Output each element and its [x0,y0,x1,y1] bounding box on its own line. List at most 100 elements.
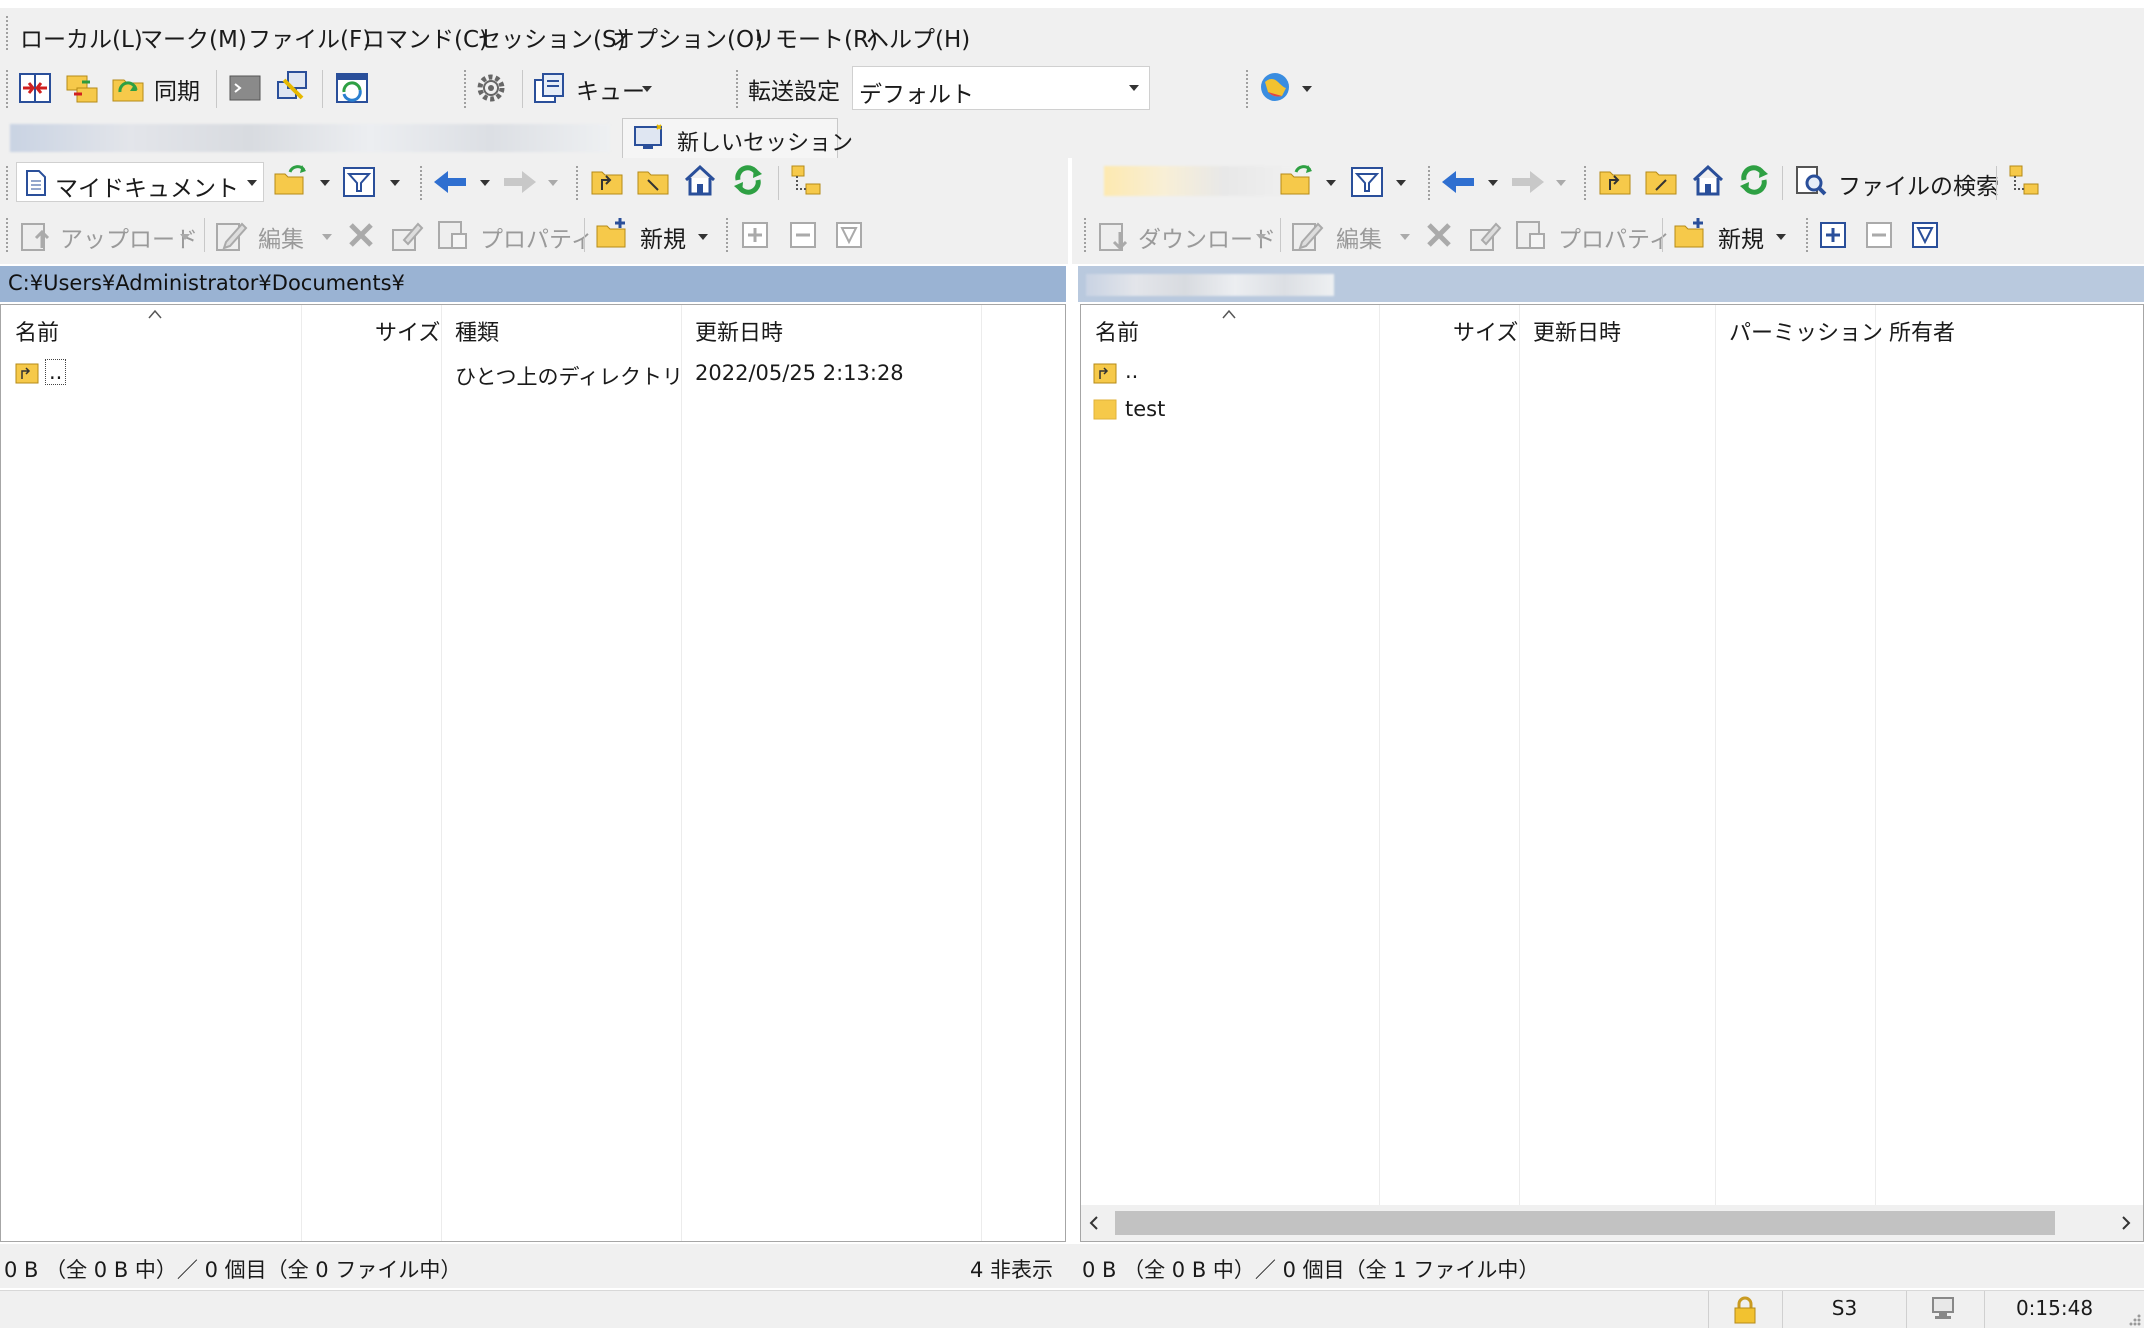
upload-icon[interactable] [18,218,54,254]
status-lock-cell[interactable] [1708,1291,1782,1328]
left-hidden-count[interactable]: 4 非表示 [970,1254,1053,1284]
table-row[interactable]: .. ひとつ上のディレクトリ 2022/05/25 2:13:28 [1,357,1065,391]
menu-mark[interactable]: マーク(M) [140,20,247,54]
transfer-settings-combo[interactable]: デフォルト [852,66,1150,110]
upload-dropdown-icon[interactable] [180,234,190,240]
filter-dropdown-icon[interactable] [390,180,400,186]
back-arrow-icon[interactable] [432,168,468,196]
toolbar-grip[interactable] [6,70,9,108]
open-putty-icon[interactable] [274,68,310,106]
find-files-label[interactable]: ファイルの検索 [1838,167,1999,201]
column-size[interactable]: サイズ [375,315,440,347]
select-files-icon[interactable] [740,220,770,250]
forward-dropdown-icon[interactable] [1556,180,1566,186]
edit-label[interactable]: 編集 [1336,220,1382,254]
toolbar-grip[interactable] [1584,166,1587,200]
color-dropdown-icon[interactable] [1302,86,1312,92]
transfer-settings-dropdown-icon[interactable] [1129,85,1139,91]
scroll-right-icon[interactable] [2119,1215,2133,1231]
open-directory-dropdown-icon[interactable] [320,180,330,186]
column-permissions[interactable]: パーミッション [1729,315,1883,347]
toolbar-grip[interactable] [726,218,729,252]
filter-icon[interactable] [1350,166,1384,198]
left-location-dropdown-icon[interactable] [247,180,257,186]
parent-directory-icon[interactable] [1598,164,1632,198]
properties-label[interactable]: プロパティ [1558,220,1672,254]
scrollbar-thumb[interactable] [1115,1211,2055,1235]
left-location-combo[interactable]: マイドキュメント [16,162,264,202]
find-files-icon[interactable] [1794,164,1828,198]
toolbar-grip[interactable] [576,166,579,200]
new-dropdown-icon[interactable] [698,234,708,240]
column-name[interactable]: 名前 [1095,315,1139,347]
new-label[interactable]: 新規 [640,220,686,254]
queue-dropdown-icon[interactable] [642,86,652,92]
edit-icon[interactable] [1290,218,1324,252]
download-dropdown-icon[interactable] [1256,234,1266,240]
filter-dropdown-icon[interactable] [1396,180,1406,186]
scroll-left-icon[interactable] [1087,1215,1101,1231]
toolbar-grip[interactable] [464,70,467,108]
root-directory-icon[interactable] [1644,164,1678,198]
column-type[interactable]: 種類 [455,315,499,347]
edit-dropdown-icon[interactable] [322,234,332,240]
upload-label[interactable]: アップロード [60,220,198,254]
queue-icon[interactable] [532,70,568,106]
sync-windows-icon[interactable] [334,70,370,106]
forward-dropdown-icon[interactable] [548,180,558,186]
column-modified[interactable]: 更新日時 [695,315,783,347]
status-connection-cell[interactable] [1906,1291,1984,1328]
menu-command[interactable]: コマンド(C) [362,20,488,54]
delete-icon[interactable] [1424,220,1454,250]
back-dropdown-icon[interactable] [480,180,490,186]
tree-view-icon[interactable] [2008,164,2042,198]
synchronize-browsing-icon[interactable] [64,70,100,106]
new-label[interactable]: 新規 [1718,220,1764,254]
toolbar-grip[interactable] [420,166,423,200]
edit-icon[interactable] [214,218,248,252]
forward-arrow-icon[interactable] [1510,168,1546,196]
horizontal-scrollbar[interactable] [1081,1205,2143,1241]
home-icon[interactable] [1690,162,1726,198]
toolbar-grip[interactable] [1428,166,1431,200]
refresh-icon[interactable] [1736,162,1772,198]
forward-arrow-icon[interactable] [502,168,538,196]
menu-local[interactable]: ローカル(L) [20,20,143,54]
toolbar-grip[interactable] [1246,70,1249,108]
table-row[interactable]: test [1081,393,2141,427]
properties-icon[interactable] [436,218,470,252]
toolbar-grip[interactable] [6,166,9,200]
edit-label[interactable]: 編集 [258,220,304,254]
menu-help[interactable]: ヘルプ(H) [866,20,970,54]
rename-icon[interactable] [1468,218,1502,252]
toolbar-grip[interactable] [1084,218,1087,252]
toolbar-grip[interactable] [1806,218,1809,252]
synchronize-icon[interactable] [110,70,146,106]
color-globe-icon[interactable] [1256,68,1294,106]
column-name[interactable]: 名前 [15,315,59,347]
new-folder-icon[interactable] [1672,216,1708,252]
new-dropdown-icon[interactable] [1776,234,1786,240]
synchronize-label[interactable]: 同期 [154,72,200,106]
menu-file[interactable]: ファイル(F) [248,20,371,54]
right-path-bar[interactable] [1078,266,2144,302]
redacted-session-tab[interactable] [10,124,610,152]
select-files-icon[interactable] [1818,220,1848,250]
properties-label[interactable]: プロパティ [480,220,594,254]
edit-dropdown-icon[interactable] [1400,234,1410,240]
filter-files-icon[interactable] [834,220,864,250]
column-owner[interactable]: 所有者 [1889,315,1955,347]
open-directory-icon[interactable] [272,164,308,198]
unselect-files-icon[interactable] [1864,220,1894,250]
left-file-panel[interactable]: 名前 サイズ 種類 更新日時 .. ひとつ上のディレクトリ 2022/05/25… [0,304,1066,1242]
tree-view-icon[interactable] [790,164,824,198]
gear-icon[interactable] [474,71,508,105]
download-icon[interactable] [1096,218,1132,254]
open-directory-dropdown-icon[interactable] [1326,180,1336,186]
toolbar-grip[interactable] [736,70,739,108]
parent-directory-icon[interactable] [590,164,624,198]
compare-directories-icon[interactable] [18,71,52,105]
filter-files-icon[interactable] [1910,220,1940,250]
toolbar-grip[interactable] [6,218,9,252]
menu-session[interactable]: セッション(S) [478,20,626,54]
